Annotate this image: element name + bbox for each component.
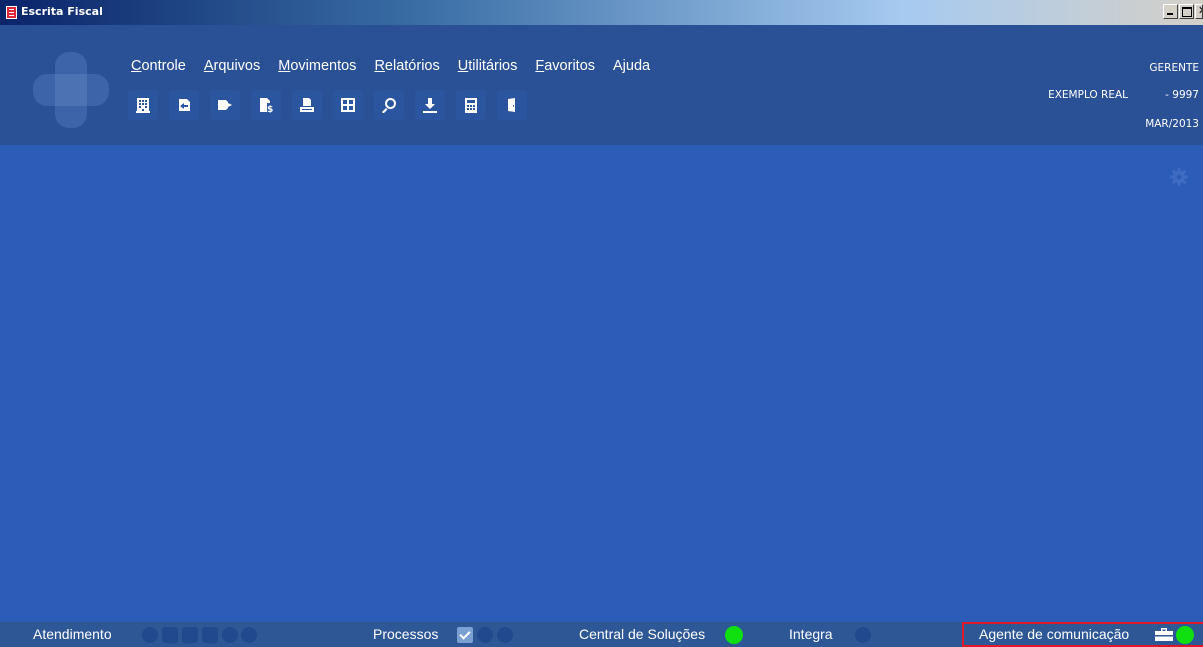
briefcase-icon: [1155, 628, 1173, 641]
status-dot-icon[interactable]: [476, 627, 493, 644]
central-status-dot-icon[interactable]: [725, 622, 743, 647]
central-solucoes-label: Central de Soluções: [579, 626, 706, 642]
agente-comunicacao-panel[interactable]: Agente de comunicação: [962, 622, 1203, 647]
menu-controle[interactable]: Controle: [131, 56, 186, 76]
title-bar[interactable]: Escrita Fiscal: [0, 0, 1203, 25]
gear-icon[interactable]: [1169, 167, 1189, 187]
menu-favoritos[interactable]: Favoritos: [535, 56, 595, 76]
menu-utilitarios[interactable]: Utilitários: [458, 56, 518, 76]
processos-icons: [457, 622, 513, 647]
maximize-button[interactable]: [1179, 4, 1194, 19]
agente-status-dot-icon[interactable]: [1176, 626, 1194, 644]
menu-bar: Controle Arquivos Movimentos Relatórios …: [131, 56, 668, 76]
document-icon[interactable]: [181, 627, 198, 644]
door-exit-icon[interactable]: [497, 90, 527, 120]
tax-document-icon[interactable]: $: [251, 90, 281, 120]
menu-relatorios[interactable]: Relatórios: [374, 56, 439, 76]
play-icon[interactable]: [142, 627, 158, 644]
download-icon[interactable]: [415, 90, 445, 120]
message-icon[interactable]: [201, 627, 218, 644]
window-title: Escrita Fiscal: [21, 5, 103, 18]
entry-icon[interactable]: [169, 90, 199, 120]
menu-movimentos[interactable]: Movimentos: [278, 56, 356, 76]
chat-icon[interactable]: [161, 627, 178, 644]
period-label: MAR/2013: [1145, 118, 1199, 130]
calculator-icon[interactable]: [456, 90, 486, 120]
integra-status-dot-icon[interactable]: [855, 622, 871, 647]
calculation-icon[interactable]: [333, 90, 363, 120]
app-document-icon: [6, 6, 17, 19]
processos-label: Processos: [373, 626, 439, 642]
app-window: Escrita Fiscal Controle Arquivos Movimen…: [0, 0, 1203, 647]
company-name: EXEMPLO REAL: [1048, 89, 1128, 101]
minimize-button[interactable]: [1163, 4, 1178, 19]
agente-label: Agente de comunicação: [979, 626, 1130, 642]
menu-arquivos[interactable]: Arquivos: [204, 56, 260, 76]
print-icon[interactable]: [292, 90, 322, 120]
cross-logo-icon: [33, 52, 109, 128]
exit-icon[interactable]: [210, 90, 240, 120]
status-bar: Atendimento Processos Central de Soluçõe…: [0, 622, 1203, 647]
building-icon[interactable]: [128, 90, 158, 120]
window-controls: [1162, 4, 1203, 20]
search-icon[interactable]: [374, 90, 404, 120]
atendimento-icons: [142, 622, 258, 647]
status-dot-icon[interactable]: [241, 627, 258, 644]
checkbox-icon[interactable]: [457, 627, 473, 644]
atendimento-label: Atendimento: [33, 626, 112, 642]
company-code: - 9997: [1165, 89, 1199, 101]
user-name: GERENTE: [1149, 62, 1199, 74]
menu-ajuda[interactable]: Ajuda: [613, 56, 650, 76]
close-button[interactable]: [1195, 4, 1203, 19]
integra-label: Integra: [789, 626, 833, 642]
status-dot-icon[interactable]: [496, 627, 513, 644]
app-header: Controle Arquivos Movimentos Relatórios …: [0, 25, 1203, 145]
toolbar: $: [128, 90, 538, 120]
svg-text:$: $: [267, 105, 273, 113]
status-dot-icon[interactable]: [221, 627, 238, 644]
